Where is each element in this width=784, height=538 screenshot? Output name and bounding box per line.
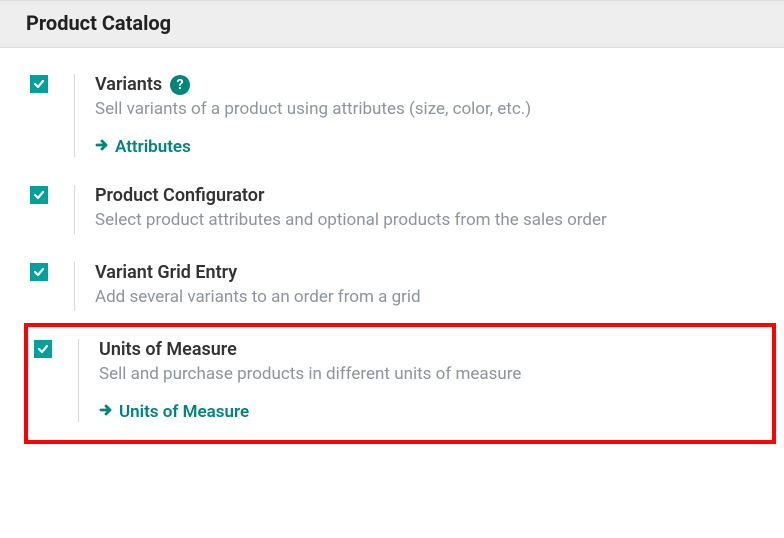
arrow-right-icon bbox=[95, 137, 109, 157]
check-icon bbox=[33, 78, 45, 90]
vertical-divider bbox=[74, 262, 75, 311]
checkbox-col bbox=[34, 339, 76, 358]
setting-title: Units of Measure bbox=[99, 339, 237, 360]
setting-title: Variant Grid Entry bbox=[95, 262, 237, 283]
vertical-divider bbox=[74, 185, 75, 234]
vertical-divider bbox=[74, 74, 75, 157]
setting-row-units-of-measure: Units of Measure Sell and purchase produ… bbox=[28, 327, 768, 440]
link-attributes[interactable]: Attributes bbox=[95, 137, 191, 157]
link-label: Attributes bbox=[115, 137, 191, 157]
setting-description: Sell and purchase products in different … bbox=[99, 364, 762, 384]
setting-title-row: Units of Measure bbox=[99, 339, 762, 360]
setting-content: Variant Grid Entry Add several variants … bbox=[95, 262, 770, 311]
checkbox-col bbox=[30, 262, 72, 281]
setting-title: Variants bbox=[95, 74, 162, 95]
arrow-right-icon bbox=[99, 402, 113, 422]
link-units-of-measure[interactable]: Units of Measure bbox=[99, 402, 249, 422]
highlighted-setting-units-of-measure: Units of Measure Sell and purchase produ… bbox=[24, 323, 776, 444]
checkbox-col bbox=[30, 185, 72, 204]
setting-content: Variants ? Sell variants of a product us… bbox=[95, 74, 770, 157]
checkbox-units-of-measure[interactable] bbox=[34, 340, 52, 358]
setting-title-row: Product Configurator bbox=[95, 185, 770, 206]
settings-list: Variants ? Sell variants of a product us… bbox=[0, 48, 784, 460]
setting-row-variants: Variants ? Sell variants of a product us… bbox=[24, 58, 776, 169]
check-icon bbox=[33, 266, 45, 278]
settings-page: Product Catalog Variants ? Sell variants… bbox=[0, 0, 784, 460]
setting-row-product-configurator: Product Configurator Select product attr… bbox=[24, 169, 776, 246]
section-header: Product Catalog bbox=[0, 0, 784, 48]
checkbox-product-configurator[interactable] bbox=[30, 186, 48, 204]
setting-description: Sell variants of a product using attribu… bbox=[95, 99, 770, 119]
checkbox-variants[interactable] bbox=[30, 75, 48, 93]
link-label: Units of Measure bbox=[119, 402, 249, 422]
setting-row-variant-grid-entry: Variant Grid Entry Add several variants … bbox=[24, 246, 776, 323]
setting-content: Units of Measure Sell and purchase produ… bbox=[99, 339, 762, 422]
checkbox-variant-grid-entry[interactable] bbox=[30, 263, 48, 281]
section-title: Product Catalog bbox=[26, 11, 171, 35]
setting-title-row: Variants ? bbox=[95, 74, 770, 95]
setting-content: Product Configurator Select product attr… bbox=[95, 185, 770, 234]
setting-title: Product Configurator bbox=[95, 185, 264, 206]
setting-description: Select product attributes and optional p… bbox=[95, 210, 770, 230]
setting-description: Add several variants to an order from a … bbox=[95, 287, 770, 307]
checkbox-col bbox=[30, 74, 72, 93]
check-icon bbox=[37, 343, 49, 355]
vertical-divider bbox=[78, 339, 79, 422]
setting-title-row: Variant Grid Entry bbox=[95, 262, 770, 283]
check-icon bbox=[33, 189, 45, 201]
help-icon[interactable]: ? bbox=[170, 75, 190, 95]
